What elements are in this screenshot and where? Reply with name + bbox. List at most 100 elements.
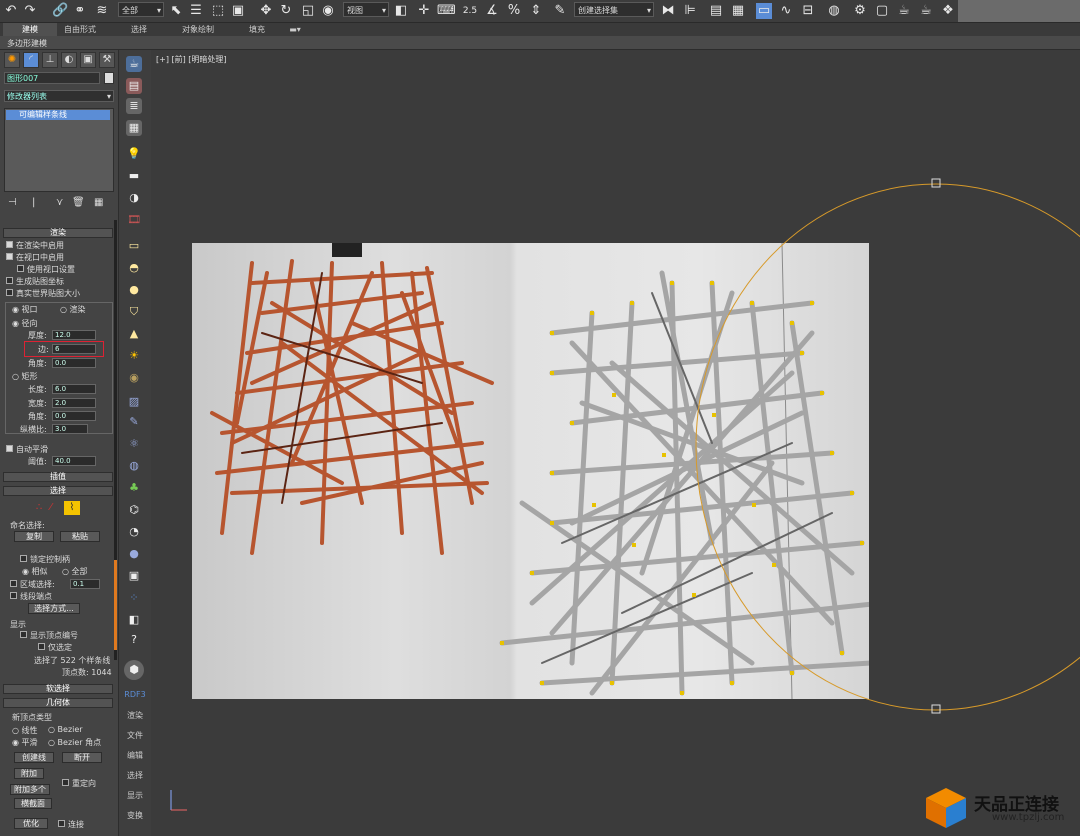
named-selection-set-select[interactable]: 创建选择集 ▾ <box>574 2 654 17</box>
gen-mapping-checkbox[interactable] <box>6 277 13 284</box>
ball-icon[interactable]: ● <box>126 546 142 562</box>
rendering-rollout-header[interactable]: 渲染 <box>3 228 113 238</box>
lock-handles-checkbox[interactable] <box>20 555 27 562</box>
ribbon-options-icon[interactable]: ▬▾ <box>286 23 304 36</box>
render-frame-icon[interactable]: ▤ <box>126 78 142 94</box>
sidebar-display-label[interactable]: 显示 <box>119 790 151 801</box>
real-world-checkbox[interactable] <box>6 289 13 296</box>
create-line-button[interactable]: 创建线 <box>14 752 54 763</box>
renderer-radio[interactable]: ○ 渲染 <box>60 304 86 315</box>
modify-tab-icon[interactable]: ◜ <box>23 52 39 68</box>
length-spinner[interactable]: 6.0 <box>52 384 96 394</box>
dome-icon[interactable]: ◓ <box>126 260 142 276</box>
film-icon[interactable]: 🎞 <box>126 212 142 228</box>
panel-scrollbar-thumb[interactable] <box>114 560 117 650</box>
curve-editor-icon[interactable]: ∿ <box>778 3 794 19</box>
list-icon[interactable]: ≣ <box>126 98 142 114</box>
segment-end-checkbox[interactable] <box>10 592 17 599</box>
select-by-button[interactable]: 选择方式... <box>28 603 80 614</box>
light-icon[interactable]: 💡 <box>126 146 142 162</box>
attach-button[interactable]: 附加 <box>14 768 44 779</box>
sun-icon[interactable]: ☀ <box>126 348 142 364</box>
motion-tab-icon[interactable]: ◐ <box>61 52 77 68</box>
scene-explorer-icon[interactable]: ▦ <box>730 3 746 19</box>
aspect-spinner[interactable]: 3.0 <box>52 424 88 434</box>
image-icon[interactable]: ▣ <box>126 568 142 584</box>
cone-icon[interactable]: ▲ <box>126 326 142 342</box>
radial-radio[interactable]: ◉ 径向 <box>12 318 38 329</box>
display-tab-icon[interactable]: ▣ <box>80 52 96 68</box>
thickness-spinner[interactable]: 12.0 <box>52 330 96 340</box>
segment-mode-icon[interactable]: ⁄ <box>50 502 52 513</box>
mirror-icon[interactable]: ⧓ <box>660 3 676 19</box>
bezier-radio[interactable]: ○ Bezier <box>48 725 83 734</box>
spot-light-icon[interactable]: ⛉ <box>126 304 142 320</box>
copy-button[interactable]: 复制 <box>14 531 54 542</box>
bezier-corner-radio[interactable]: ○ Bezier 角点 <box>48 737 101 748</box>
tree-icon[interactable]: ♣ <box>126 480 142 496</box>
geometry-rollout-header[interactable]: 几何体 <box>3 698 113 708</box>
move-icon[interactable]: ✥ <box>258 3 274 19</box>
angle-spinner[interactable]: 0.0 <box>52 358 96 368</box>
width-spinner[interactable]: 2.0 <box>52 398 96 408</box>
refine-button[interactable]: 优化 <box>14 818 48 829</box>
scale-icon[interactable]: ◱ <box>300 3 316 19</box>
object-color-swatch[interactable] <box>104 72 114 84</box>
place-icon[interactable]: ◉ <box>320 3 336 19</box>
percent-snap-icon[interactable]: % <box>506 3 522 19</box>
dk-icon[interactable]: ◔ <box>126 524 142 540</box>
show-vertex-numbers-checkbox[interactable] <box>20 631 27 638</box>
edit-named-sel-icon[interactable]: ✎ <box>552 3 568 19</box>
show-end-result-icon[interactable]: | <box>32 197 35 208</box>
auto-smooth-checkbox[interactable] <box>6 445 13 452</box>
area-selection-checkbox[interactable] <box>10 580 17 587</box>
use-viewport-settings-checkbox[interactable] <box>17 265 24 272</box>
linear-radio[interactable]: ○ 线性 <box>12 725 38 736</box>
circle-vertex-top[interactable] <box>931 178 941 188</box>
smooth-radio[interactable]: ◉ 平滑 <box>12 737 38 748</box>
connect-checkbox[interactable] <box>58 820 65 827</box>
stripes-icon[interactable]: ▨ <box>126 394 142 410</box>
tab-selection[interactable]: 选择 <box>116 23 162 36</box>
break-button[interactable]: 断开 <box>62 752 102 763</box>
link-icon[interactable]: 🔗 <box>52 3 68 19</box>
sidebar-select-label[interactable]: 选择 <box>119 770 151 781</box>
dots-icon[interactable]: ⁘ <box>126 590 142 606</box>
all-radio[interactable]: ○ 全部 <box>62 566 88 577</box>
viewport-radio[interactable]: ◉ 视口 <box>12 304 38 315</box>
keyboard-shortcut-icon[interactable]: ⌨ <box>437 3 456 19</box>
reorient-checkbox[interactable] <box>62 779 69 786</box>
activeshade-icon[interactable]: ❖ <box>940 3 956 19</box>
sphere-light-icon[interactable]: ● <box>126 282 142 298</box>
tab-modeling[interactable]: 建模 <box>3 23 57 36</box>
rotate-icon[interactable]: ↻ <box>278 3 294 19</box>
material-editor-icon[interactable]: ◍ <box>826 3 842 19</box>
front-viewport[interactable]: [+] [前] [明暗处理] 天品正连接 www.tpzlj.com <box>151 50 1080 836</box>
alike-radio[interactable]: ◉ 相似 <box>22 566 48 577</box>
schematic-view-icon[interactable]: ⊟ <box>800 3 816 19</box>
sidebar-render-label[interactable]: 渲染 <box>119 710 151 721</box>
angle2-spinner[interactable]: 0.0 <box>52 411 96 421</box>
unlink-icon[interactable]: ⚭ <box>72 3 88 19</box>
rendered-frame-icon[interactable]: ▢ <box>874 3 890 19</box>
render-icon[interactable]: ☕ <box>896 3 912 19</box>
create-tab-icon[interactable]: ✺ <box>4 52 20 68</box>
tab-populate[interactable]: 填充 <box>237 23 277 36</box>
attach-multiple-button[interactable]: 附加多个 <box>10 784 50 795</box>
interpolation-rollout-header[interactable]: 插值 <box>3 472 113 482</box>
enable-in-viewport-checkbox[interactable] <box>6 253 13 260</box>
cross-section-button[interactable]: 横截面 <box>14 798 52 809</box>
viewport-label[interactable]: [+] [前] [明暗处理] <box>156 54 227 65</box>
stack-item-editable-spline[interactable]: 可编辑样条线 <box>6 110 110 120</box>
sidebar-edit-label[interactable]: 编辑 <box>119 750 151 761</box>
make-unique-icon[interactable]: ⋎ <box>56 197 63 208</box>
threshold-spinner[interactable]: 40.0 <box>52 456 96 466</box>
rect-selection-icon[interactable]: ⬚ <box>210 3 226 19</box>
enable-in-renderer-checkbox[interactable] <box>6 241 13 248</box>
configure-modifier-sets-icon[interactable]: ▦ <box>94 197 103 208</box>
sides-spinner[interactable]: 6 <box>52 344 96 354</box>
pin-stack-icon[interactable]: ⊣ <box>8 197 17 208</box>
modifier-list-select[interactable]: 修改器列表 ▾ <box>4 90 114 102</box>
ribbon-toggle-icon[interactable]: ▭ <box>756 3 772 19</box>
reference-coord-select[interactable]: 视图 ▾ <box>343 2 389 17</box>
